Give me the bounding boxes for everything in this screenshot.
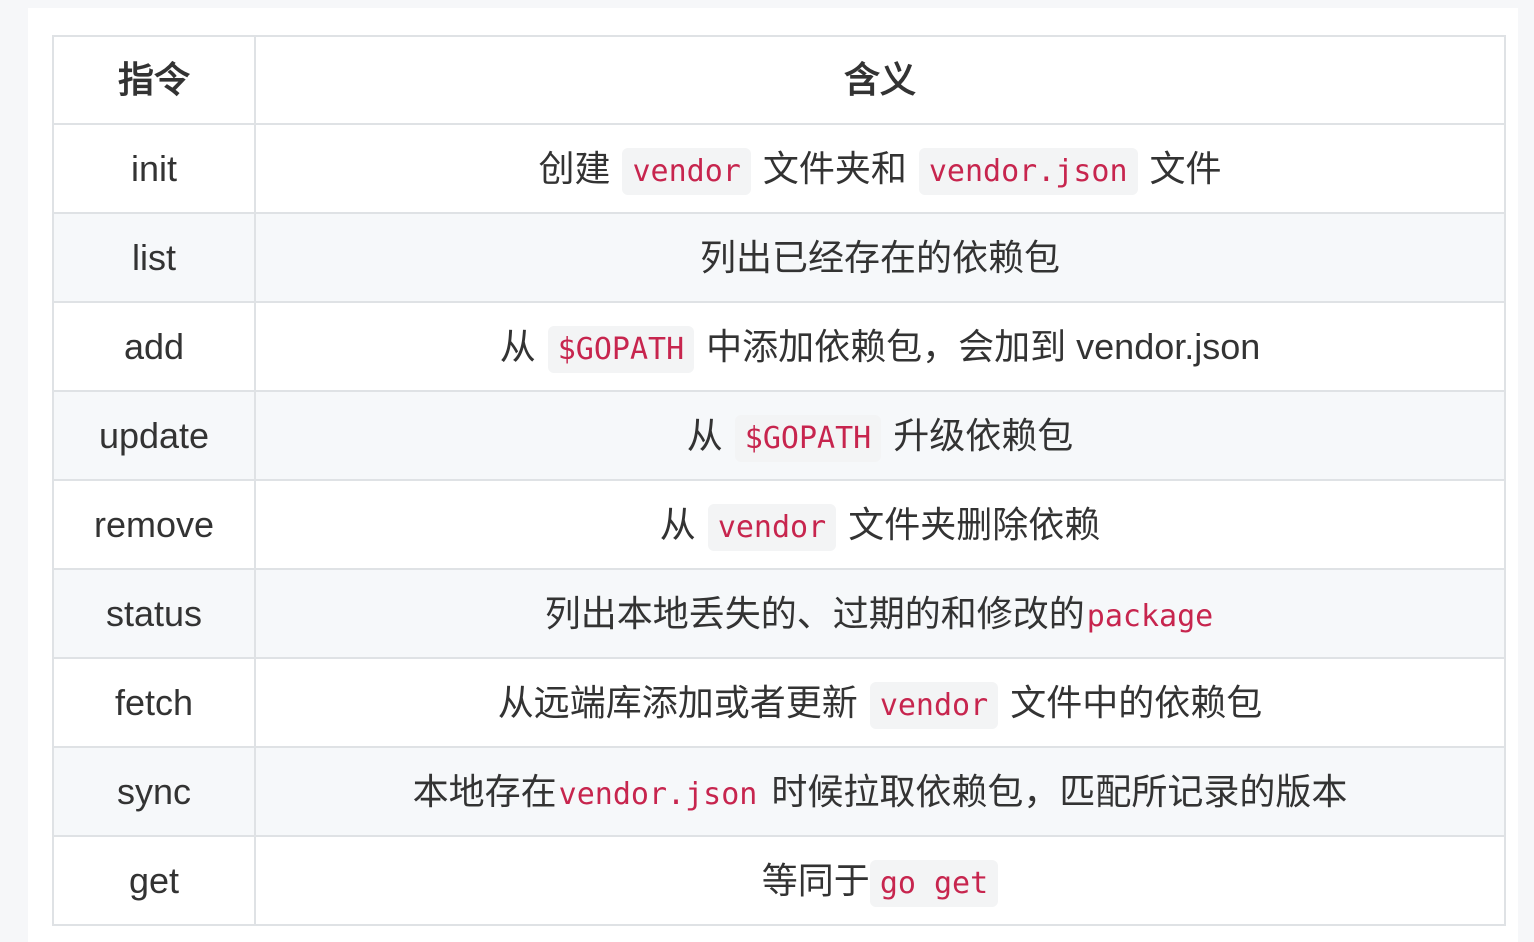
table-header-row: 指令 含义	[52, 35, 1506, 125]
inline-code: vendor.json	[918, 147, 1138, 195]
meaning-text: 从	[499, 325, 536, 367]
table-row: sync 本地存在vendor.json 时候拉取依赖包，匹配所记录的版本	[52, 746, 1506, 837]
inline-code: vendor	[707, 503, 837, 551]
meaning-cell: 从远端库添加或者更新 vendor 文件中的依赖包	[254, 657, 1506, 748]
meaning-cell: 从 vendor 文件夹删除依赖	[254, 479, 1506, 570]
command-cell: remove	[52, 479, 256, 570]
inline-code: $GOPATH	[547, 325, 695, 373]
meaning-cell: 列出本地丢失的、过期的和修改的package	[254, 568, 1506, 659]
header-meaning: 含义	[254, 35, 1506, 125]
meaning-cell: 等同于 go get	[254, 835, 1506, 926]
meaning-text: 中添加依赖包，会加到 vendor.json	[706, 325, 1261, 367]
table-row: remove 从 vendor 文件夹删除依赖	[52, 479, 1506, 570]
meaning-text: 升级依赖包	[893, 414, 1074, 456]
meaning-cell: 从 $GOPATH 升级依赖包	[254, 390, 1506, 481]
meaning-text: 文件夹删除依赖	[848, 503, 1101, 545]
meaning-text: 文件夹和	[762, 147, 907, 189]
command-cell: fetch	[52, 657, 256, 748]
meaning-text: 文件	[1149, 147, 1222, 189]
meaning-cell: 创建 vendor 文件夹和 vendor.json 文件	[254, 123, 1506, 214]
command-cell: status	[52, 568, 256, 659]
command-cell: sync	[52, 746, 256, 837]
meaning-text: 从	[659, 503, 696, 545]
command-cell: get	[52, 835, 256, 926]
meaning-cell: 从 $GOPATH 中添加依赖包，会加到 vendor.json	[254, 301, 1506, 392]
table-row: init 创建 vendor 文件夹和 vendor.json 文件	[52, 123, 1506, 214]
meaning-text: 创建	[538, 147, 611, 189]
command-cell: list	[52, 212, 256, 303]
table-row: status 列出本地丢失的、过期的和修改的package	[52, 568, 1506, 659]
command-cell: update	[52, 390, 256, 481]
meaning-text: 等同于	[761, 859, 870, 901]
table-row: update 从 $GOPATH 升级依赖包	[52, 390, 1506, 481]
command-cell: add	[52, 301, 256, 392]
table-row: fetch 从远端库添加或者更新 vendor 文件中的依赖包	[52, 657, 1506, 748]
meaning-text: 时候拉取依赖包，匹配所记录的版本	[771, 770, 1348, 812]
meaning-cell: 列出已经存在的依赖包	[254, 212, 1506, 303]
meaning-text: 从	[686, 414, 723, 456]
meaning-text: 从远端库添加或者更新	[497, 681, 858, 723]
inline-code: vendor	[622, 147, 751, 195]
inline-code: go get	[869, 859, 999, 907]
table-row: add 从 $GOPATH 中添加依赖包，会加到 vendor.json	[52, 301, 1506, 392]
table-row: get 等同于 go get	[52, 835, 1506, 926]
command-cell: init	[52, 123, 256, 214]
meaning-text: 本地存在	[412, 770, 557, 812]
table-row: list 列出已经存在的依赖包	[52, 212, 1506, 303]
meaning-text: 文件中的依赖包	[1010, 681, 1263, 723]
inline-code: package	[1086, 598, 1214, 634]
vendor-commands-table: 指令 含义 init 创建 vendor 文件夹和 vendor.json 文件 list 列…	[52, 35, 1506, 926]
meaning-text: 列出已经存在的依赖包	[699, 236, 1060, 278]
inline-code: vendor	[869, 681, 999, 729]
header-command: 指令	[52, 35, 256, 125]
inline-code: vendor.json	[558, 776, 758, 812]
meaning-text: 列出本地丢失的、过期的和修改的	[544, 592, 1085, 634]
inline-code: $GOPATH	[734, 414, 882, 462]
meaning-cell: 本地存在vendor.json 时候拉取依赖包，匹配所记录的版本	[254, 746, 1506, 837]
